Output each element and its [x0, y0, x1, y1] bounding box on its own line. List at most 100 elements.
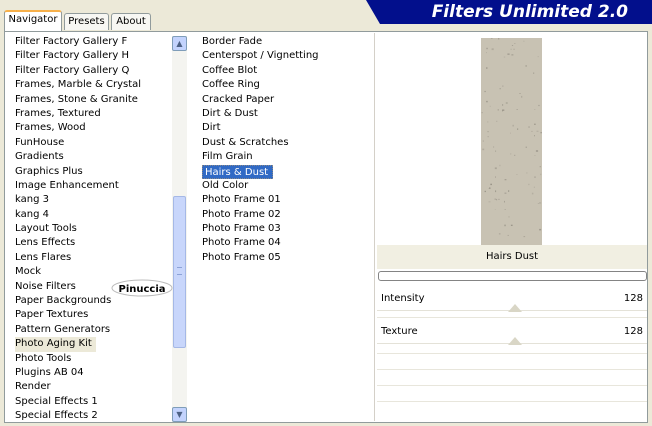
tab-presets[interactable]: Presets [64, 13, 109, 30]
texture-speck [516, 174, 518, 175]
texture-speck [495, 176, 496, 178]
category-item[interactable]: Frames, Stone & Granite [11, 93, 171, 107]
category-item-label: Paper Textures [15, 309, 89, 321]
texture-speck [538, 104, 540, 107]
texture-speck [486, 100, 488, 103]
texture-speck [503, 56, 506, 58]
category-item-label: Paper Backgrounds [15, 295, 112, 307]
texture-speck [504, 209, 506, 210]
category-item[interactable]: Paper Textures [11, 308, 171, 322]
chevron-down-icon[interactable]: ▼ [172, 407, 187, 422]
texture-speck [486, 52, 487, 54]
category-item[interactable]: Gradients [11, 150, 171, 164]
texture-speck [537, 203, 540, 204]
texture-speck [498, 233, 501, 235]
filter-item[interactable]: Coffee Ring [198, 78, 373, 92]
texture-speck [504, 200, 505, 203]
category-item[interactable]: Lens Effects [11, 236, 171, 250]
texture-speck [517, 128, 519, 130]
filter-item[interactable]: Photo Frame 03 [198, 222, 373, 236]
tab-about[interactable]: About [111, 13, 151, 30]
texture-speck [531, 192, 534, 195]
texture-speck [488, 201, 491, 203]
texture-speck [516, 109, 518, 110]
category-item[interactable]: Special Effects 2 [11, 409, 171, 423]
category-item[interactable]: Pattern Generators [11, 323, 171, 337]
filter-item[interactable]: Film Grain [198, 150, 373, 164]
filter-item[interactable]: Border Fade [198, 35, 373, 49]
texture-speck [535, 150, 539, 152]
filter-item[interactable]: Dirt [198, 121, 373, 135]
texture-speck [539, 202, 542, 204]
category-item[interactable]: Frames, Marble & Crystal [11, 78, 171, 92]
texture-speck [534, 155, 536, 156]
texture-speck [489, 105, 491, 107]
filter-item-label: Dust & Scratches [202, 136, 289, 148]
category-item[interactable]: Filter Factory Gallery F [11, 35, 171, 49]
category-item[interactable]: Frames, Textured [11, 107, 171, 121]
category-item-label: Frames, Textured [15, 107, 101, 119]
filter-item[interactable]: Photo Frame 01 [198, 193, 373, 207]
filter-item[interactable]: Photo Frame 05 [198, 251, 373, 265]
category-item[interactable]: Filter Factory Gallery H [11, 49, 171, 63]
svg-text:Pinuccia: Pinuccia [118, 284, 165, 295]
category-item[interactable]: Lens Flares [11, 251, 171, 265]
texture-speck [498, 38, 500, 40]
filter-item[interactable]: Hairs & Dust [198, 164, 373, 179]
category-item[interactable]: Layout Tools [11, 222, 171, 236]
category-item[interactable]: Render [11, 380, 171, 394]
category-item[interactable]: Graphics Plus [11, 165, 171, 179]
texture-speck [494, 198, 497, 200]
category-item-label: Mock [15, 266, 42, 278]
filter-item[interactable]: Dust & Scratches [198, 136, 373, 150]
category-item-label: Graphics Plus [15, 165, 83, 177]
tab-navigator[interactable]: Navigator [4, 10, 62, 31]
texture-speck [504, 179, 507, 181]
category-item-label: Filter Factory Gallery Q [15, 64, 130, 76]
texture-speck [495, 150, 497, 152]
category-item-label: Image Enhancement [15, 179, 119, 191]
slider-thumb[interactable] [508, 337, 522, 345]
category-scrollbar[interactable]: ▲ ▼ [172, 36, 187, 422]
filter-item[interactable]: Old Color [198, 179, 373, 193]
filter-item-label: Dirt [202, 122, 221, 134]
texture-speck [536, 130, 539, 132]
progress-bar [377, 269, 647, 285]
category-item[interactable]: Photo Tools [11, 352, 171, 366]
chevron-up-icon[interactable]: ▲ [172, 36, 187, 51]
category-item[interactable]: Mock [11, 265, 171, 279]
slider-texture[interactable] [377, 337, 647, 353]
category-item-label: Photo Tools [15, 352, 72, 364]
category-item[interactable]: Filter Factory Gallery Q [11, 64, 171, 78]
filter-item[interactable]: Centerspot / Vignetting [198, 49, 373, 63]
category-item[interactable]: kang 4 [11, 208, 171, 222]
scroll-thumb[interactable] [173, 196, 186, 348]
category-item[interactable]: Special Effects 1 [11, 395, 171, 409]
filter-item[interactable]: Photo Frame 04 [198, 236, 373, 250]
category-item[interactable]: FunHouse [11, 136, 171, 150]
filter-item[interactable]: Dirt & Dust [198, 107, 373, 121]
texture-speck [508, 190, 510, 192]
slider-thumb[interactable] [508, 304, 522, 312]
preview-and-params: Hairs Dust Intensity 128 Texture 128 [377, 33, 647, 421]
texture-speck [493, 146, 495, 148]
category-item[interactable]: Image Enhancement [11, 179, 171, 193]
texture-speck [534, 109, 536, 110]
texture-speck [511, 54, 514, 56]
texture-speck [533, 186, 535, 188]
category-item-label: Pattern Generators [15, 323, 111, 335]
texture-speck [487, 136, 489, 138]
texture-speck [539, 166, 541, 168]
preview-image [481, 38, 542, 245]
category-item[interactable]: kang 3 [11, 193, 171, 207]
filter-item[interactable]: Photo Frame 02 [198, 208, 373, 222]
filter-item[interactable]: Cracked Paper [198, 93, 373, 107]
category-item[interactable]: Frames, Wood [11, 121, 171, 135]
category-item[interactable]: Plugins AB 04 [11, 366, 171, 380]
category-item-label: Noise Filters [15, 280, 76, 292]
category-item[interactable]: Photo Aging Kit [11, 337, 171, 352]
filter-item[interactable]: Coffee Blot [198, 64, 373, 78]
texture-speck [487, 131, 489, 133]
category-item-label: Layout Tools [15, 223, 77, 235]
filter-item-label: Centerspot / Vignetting [202, 50, 319, 62]
